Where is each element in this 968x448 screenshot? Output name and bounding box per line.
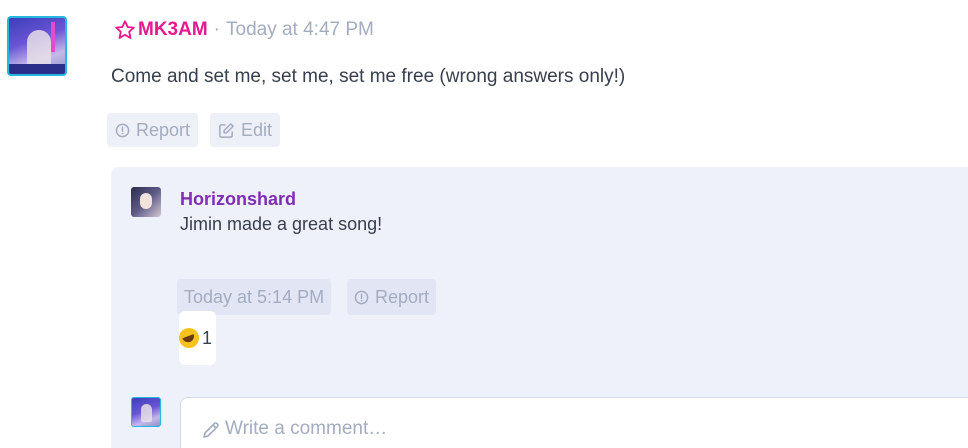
rolling-laughing-emoji-icon [179, 328, 199, 348]
post-timestamp[interactable]: Today at 4:47 PM [226, 19, 374, 41]
star-icon [115, 20, 135, 39]
edit-button-label: Edit [241, 119, 273, 140]
post-body-text: Come and set me, set me, set me free (wr… [111, 66, 626, 87]
report-button-label: Report [136, 119, 191, 140]
edit-button[interactable]: Edit [210, 113, 281, 147]
comment-report-button[interactable]: Report [347, 279, 437, 315]
comment-input[interactable] [225, 418, 825, 440]
comment-timestamp[interactable]: Today at 5:14 PM [177, 279, 332, 315]
reaction-button[interactable]: 1 [179, 311, 216, 365]
comment-report-label: Report [375, 286, 430, 307]
alert-circle-icon [354, 290, 369, 304]
pencil-icon [203, 422, 219, 438]
comment-author-name[interactable]: Horizonshard [180, 189, 296, 210]
edit-icon [219, 122, 234, 138]
comment-composer[interactable] [180, 397, 968, 448]
post-author-name[interactable]: MK3AM [138, 19, 208, 41]
comment-body-text: Jimin made a great song! [180, 214, 383, 234]
post-author-avatar[interactable] [7, 16, 67, 76]
post-header: MK3AM · Today at 4:47 PM [114, 18, 374, 42]
comment-author-avatar[interactable] [131, 187, 161, 217]
separator-dot: · [213, 19, 220, 40]
current-user-avatar [131, 397, 161, 427]
comment-timestamp-label: Today at 5:14 PM [184, 286, 325, 307]
report-button[interactable]: Report [107, 113, 199, 147]
alert-circle-icon [115, 123, 130, 137]
reaction-count: 1 [201, 327, 212, 348]
